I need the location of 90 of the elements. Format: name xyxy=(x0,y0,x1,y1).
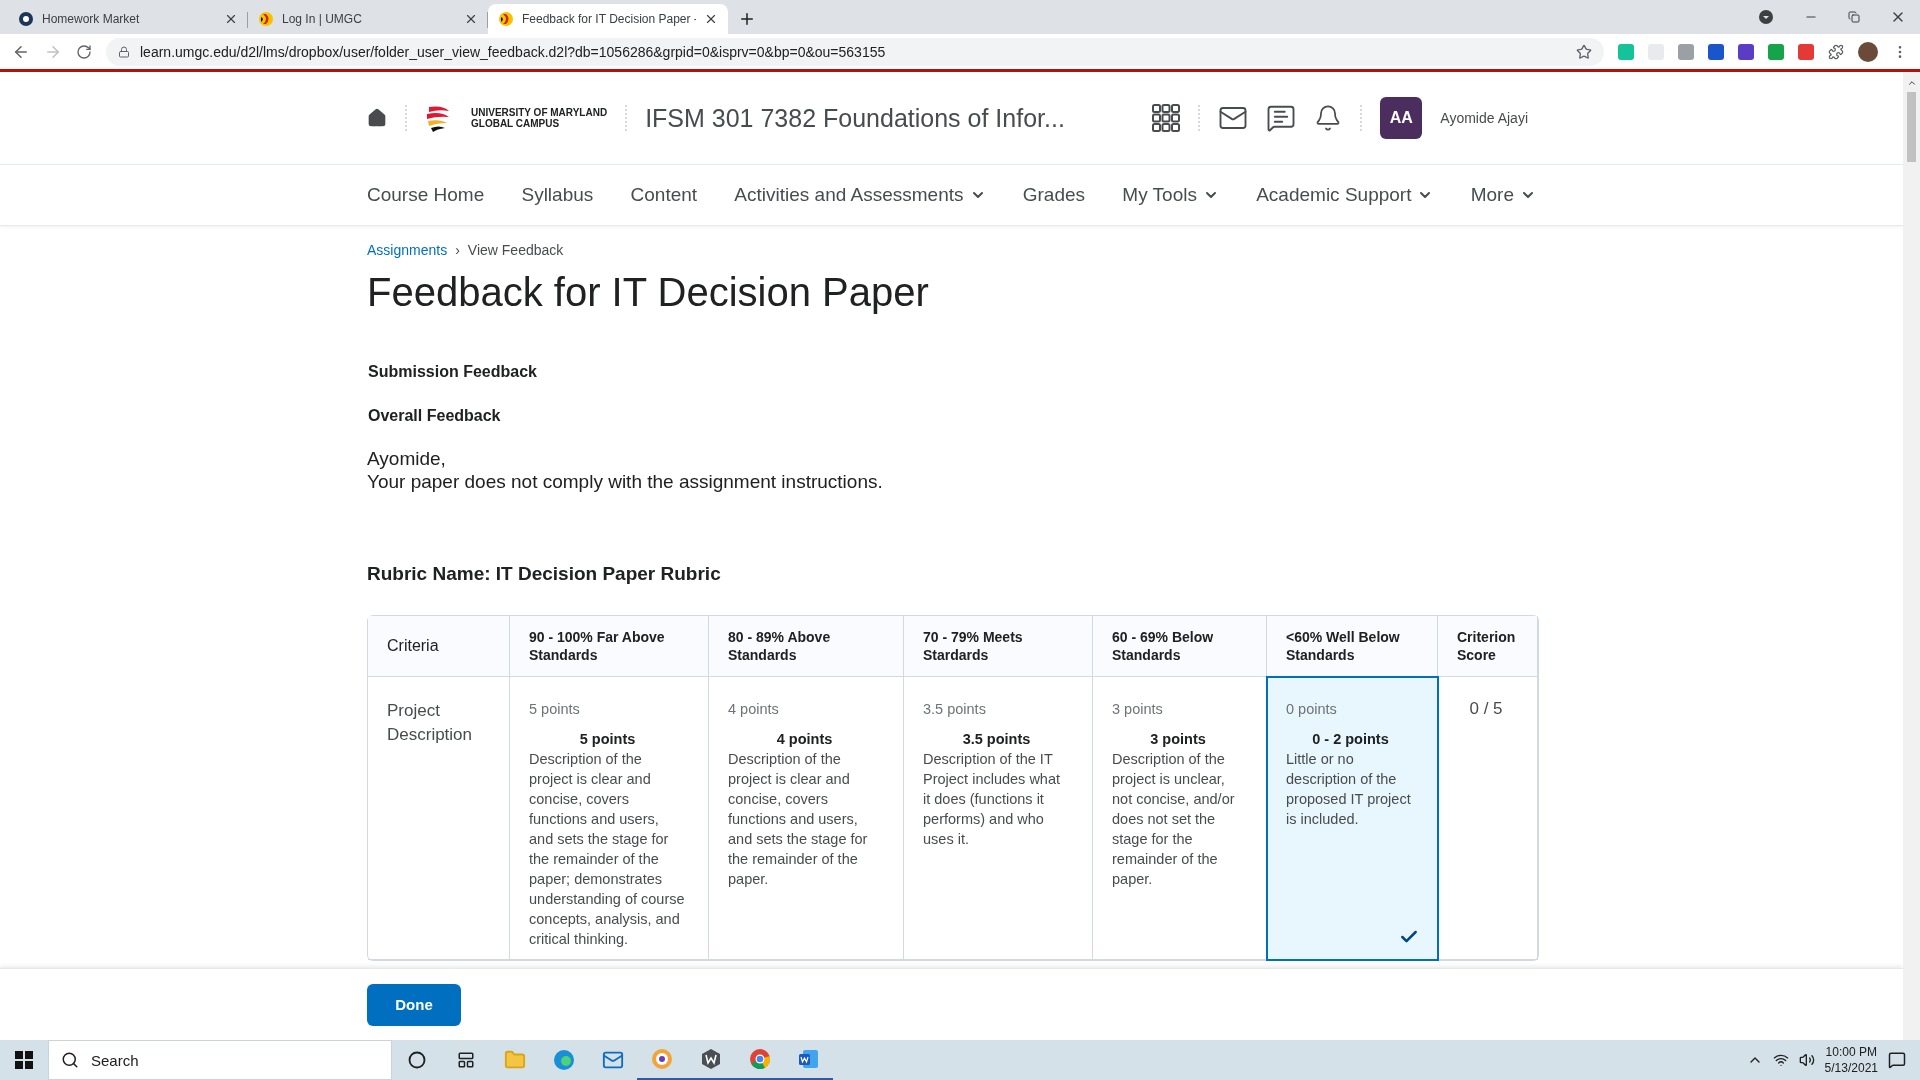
extension-icon[interactable] xyxy=(1738,43,1754,60)
column-header: 60 - 69% Below Standards xyxy=(1093,616,1267,677)
notifications-icon[interactable] xyxy=(1888,1051,1906,1069)
reload-icon[interactable] xyxy=(76,43,92,60)
section-heading: Overall Feedback xyxy=(368,407,502,425)
breadcrumb-current: View Feedback xyxy=(467,242,564,258)
nav-link[interactable]: Academic Support xyxy=(1256,184,1434,206)
profile-avatar-icon[interactable] xyxy=(1858,41,1878,62)
rubric-level-cell[interactable] xyxy=(510,677,709,960)
hexagon-app-icon[interactable] xyxy=(699,1048,722,1070)
level-description: Little or no description of the proposed IT project is included. xyxy=(1286,750,1412,829)
nav-link[interactable]: My Tools xyxy=(1122,184,1219,206)
chat-bubble-icon[interactable] xyxy=(1266,103,1297,133)
rubric-level-cell[interactable]: 3.5 points 3.5 points Description of the IT Project includes what it does (functions it performs) and who uses it. xyxy=(904,677,1093,960)
level-description: Description of the IT Project includes what it does (functions it performs) and who uses it. xyxy=(923,750,1061,849)
logo-text: UNIVERSITY OF MARYLAND GLOBAL CAMPUS xyxy=(471,107,608,129)
done-button[interactable]: Done xyxy=(367,983,461,1026)
close-icon[interactable] xyxy=(704,12,718,26)
feedback-text: Ayomide, Your paper does not comply with the assignment instructions. xyxy=(367,447,884,493)
rubric-name: Rubric Name: IT Decision Paper Rubric xyxy=(367,563,722,585)
search-icon xyxy=(61,1051,79,1069)
extension-icon[interactable] xyxy=(1798,43,1814,60)
section-heading: Submission Feedback xyxy=(368,363,538,381)
scroll-up-icon[interactable] xyxy=(1906,78,1917,88)
rubric-level-cell[interactable]: 0 points 0 - 2 points Little or no description of the proposed IT project is included. xyxy=(1267,677,1438,960)
extensions-puzzle-icon[interactable] xyxy=(1828,43,1844,60)
taskbar-search-field[interactable]: Search xyxy=(48,1040,392,1080)
nav-link[interactable]: Activities and Assessments xyxy=(734,184,986,206)
level-range: 5 points xyxy=(578,730,637,749)
criterion-score: 0 / 5 xyxy=(1468,699,1504,719)
column-header: 90 - 100% Far Above Standards xyxy=(510,616,709,677)
close-icon[interactable] xyxy=(464,12,478,26)
lock-icon xyxy=(118,45,130,58)
page-title: Feedback for IT Decision Paper xyxy=(367,270,930,315)
level-range: 3 points xyxy=(1149,730,1207,749)
network-icon[interactable] xyxy=(1772,1052,1789,1068)
windows-start-icon[interactable] xyxy=(15,1051,33,1069)
browser-tab[interactable]: Log In | UMGC xyxy=(248,4,488,34)
column-header: 70 - 79% Meets Stardards xyxy=(904,616,1093,677)
close-icon[interactable] xyxy=(224,12,238,26)
nav-link[interactable]: Syllabus xyxy=(521,184,594,206)
browser-app-icon[interactable] xyxy=(650,1048,673,1070)
column-header: Criterion Score xyxy=(1438,616,1538,677)
column-header: <60% Well Below Standards xyxy=(1267,616,1438,677)
criterion-name: Project Description xyxy=(387,700,474,746)
level-points: 3 points xyxy=(1112,700,1164,719)
level-range: 0 - 2 points xyxy=(1311,730,1390,749)
tab-favicon-icon xyxy=(498,11,514,27)
column-header: 80 - 89% Above Standards xyxy=(709,616,904,677)
cortana-circle-icon[interactable] xyxy=(407,1051,426,1069)
profile-menu-icon[interactable] xyxy=(1758,9,1774,25)
taskbar-clock[interactable]: 10:00 PM 5/13/2021 xyxy=(1824,1044,1878,1076)
level-range: 3.5 points xyxy=(961,730,1032,749)
level-range: 4 points xyxy=(775,730,834,749)
chrome-icon[interactable] xyxy=(748,1048,771,1070)
nav-link[interactable]: Grades xyxy=(1022,184,1086,206)
word-app-icon[interactable] xyxy=(797,1048,820,1070)
breadcrumb-link[interactable]: Assignments xyxy=(367,242,448,258)
level-description: Description of the project is clear and concise, covers functions and users, and sets the stage for the remainder of the paper. xyxy=(728,750,869,889)
extension-icon[interactable] xyxy=(1768,43,1784,60)
mail-app-icon[interactable] xyxy=(601,1049,624,1071)
rubric-level-cell[interactable]: 4 points 4 points Description of the project is clear and concise, covers functions and users, and sets the stage for the remainder of the paper. xyxy=(709,677,904,960)
nav-link[interactable]: Content xyxy=(630,184,698,206)
breadcrumb-separator: › xyxy=(455,242,460,258)
nav-link[interactable]: More xyxy=(1470,184,1536,206)
extension-icon[interactable] xyxy=(1708,43,1724,60)
bookmark-star-icon[interactable] xyxy=(1576,43,1592,60)
address-field[interactable]: learn.umgc.edu/d2l/lms/dropbox/user/folder_user_view_feedback.d2l?db=1056286&grpid=0&isprv=0&bp=0&ou=563155 xyxy=(106,37,1604,66)
user-name[interactable]: Ayomide Ajayi xyxy=(1440,110,1528,126)
edge-browser-icon[interactable] xyxy=(552,1049,575,1071)
tab-favicon-icon xyxy=(18,11,34,27)
nav-link[interactable]: Course Home xyxy=(367,184,485,206)
level-description: Description of the project is unclear, not concise, and/or does not set the stage for the remainder of the paper. xyxy=(1112,750,1236,889)
level-points: 4 points xyxy=(728,700,780,719)
course-title[interactable]: IFSM 301 7382 Foundations of Infor... xyxy=(645,103,1065,133)
user-avatar[interactable]: AA xyxy=(1380,97,1423,139)
volume-icon[interactable] xyxy=(1798,1052,1815,1068)
home-icon[interactable] xyxy=(367,108,387,128)
scrollbar-thumb[interactable] xyxy=(1907,92,1916,162)
grid-apps-icon[interactable] xyxy=(1152,104,1181,132)
level-points: 5 points xyxy=(529,700,581,719)
level-description: Description of the project is clear and concise, covers functions and users, and sets the stage for the remainder of the paper; demonstrates understanding of course concepts, analysis, and critical thinking. xyxy=(529,750,686,949)
restore-icon[interactable] xyxy=(1848,11,1860,23)
tab-favicon-icon xyxy=(258,11,274,27)
level-points: 0 points xyxy=(1286,700,1338,719)
task-view-icon[interactable] xyxy=(456,1051,475,1069)
new-tab-icon[interactable] xyxy=(738,10,756,28)
browser-tab[interactable]: Homework Market xyxy=(8,4,248,34)
level-points: 3.5 points xyxy=(923,700,987,719)
column-header: Criteria xyxy=(368,616,510,677)
